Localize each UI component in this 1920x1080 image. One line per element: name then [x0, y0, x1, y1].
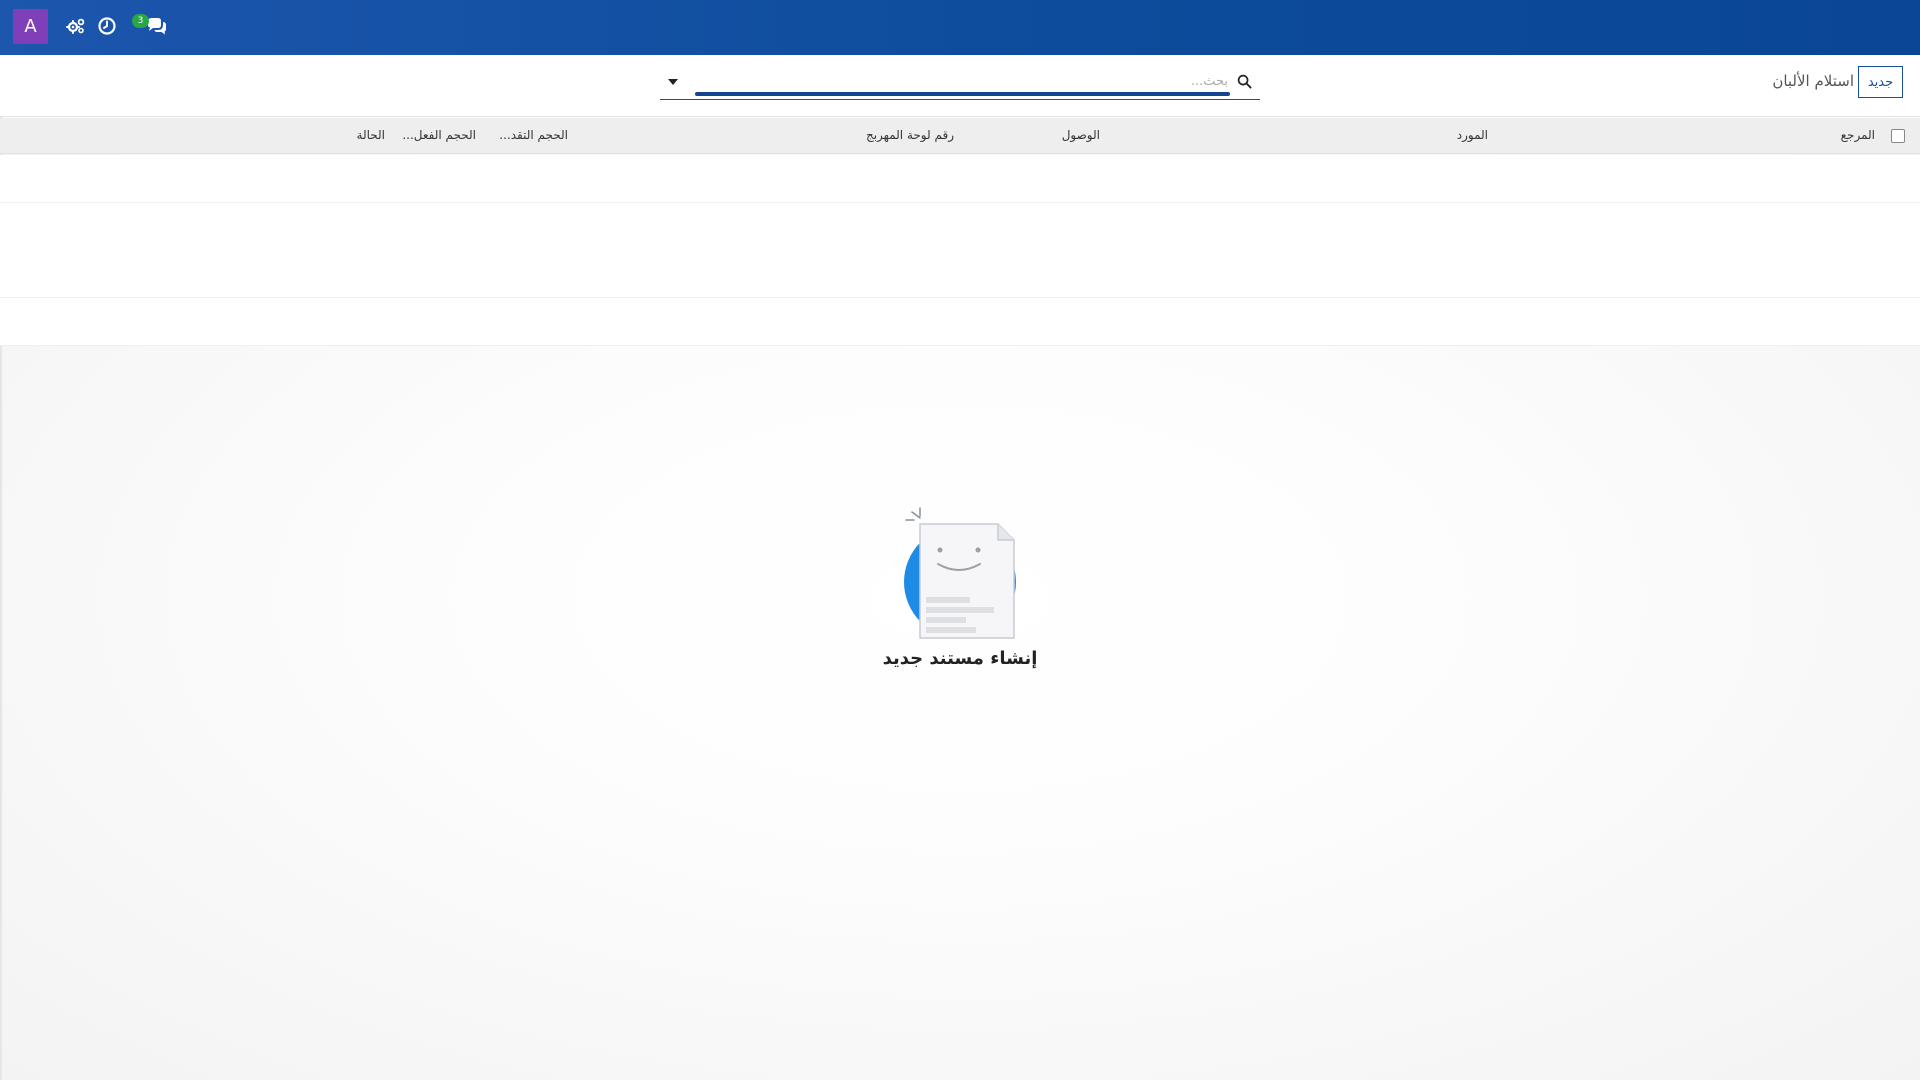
column-supplier[interactable]: المورد	[1457, 128, 1488, 142]
chat-badge: 3	[132, 14, 149, 28]
user-avatar[interactable]: A	[13, 9, 48, 44]
breadcrumb: استلام الألبان	[1772, 72, 1854, 90]
chat-badge-count: 3	[137, 16, 144, 26]
table-row	[0, 250, 1920, 298]
column-reference[interactable]: المرجع	[1841, 128, 1875, 142]
table-row	[0, 155, 1920, 203]
search-input[interactable]	[695, 68, 1230, 94]
empty-document-illustration-icon	[904, 507, 1016, 639]
select-all-checkbox[interactable]	[1891, 129, 1905, 143]
table-row	[0, 203, 1920, 251]
table-row	[0, 298, 1920, 346]
main-navbar: A 3	[0, 0, 1920, 55]
column-status[interactable]: الحالة	[357, 128, 385, 142]
search-focus-underline	[695, 92, 1230, 96]
column-actual-volume[interactable]: الحجم الفعل...	[402, 128, 476, 142]
search-box	[660, 68, 1260, 100]
list-header: المرجع المورد الوصول رقم لوحة المهربج ال…	[0, 118, 1920, 154]
chat-icon[interactable]	[146, 16, 168, 36]
control-panel: جديد استلام الألبان	[0, 55, 1920, 117]
empty-state-title: إنشاء مستند جديد	[882, 648, 1038, 669]
caret-down-icon[interactable]	[667, 77, 679, 87]
new-button[interactable]: جديد	[1858, 66, 1903, 98]
column-expected-volume[interactable]: الحجم التقد...	[499, 128, 568, 142]
clock-icon[interactable]	[97, 16, 117, 36]
column-refrigerator-plate[interactable]: رقم لوحة المهربج	[866, 128, 954, 142]
avatar-letter: A	[24, 16, 37, 37]
settings-gears-icon[interactable]	[66, 16, 86, 36]
search-icon[interactable]	[1237, 74, 1252, 89]
column-arrival[interactable]: الوصول	[1062, 128, 1100, 142]
